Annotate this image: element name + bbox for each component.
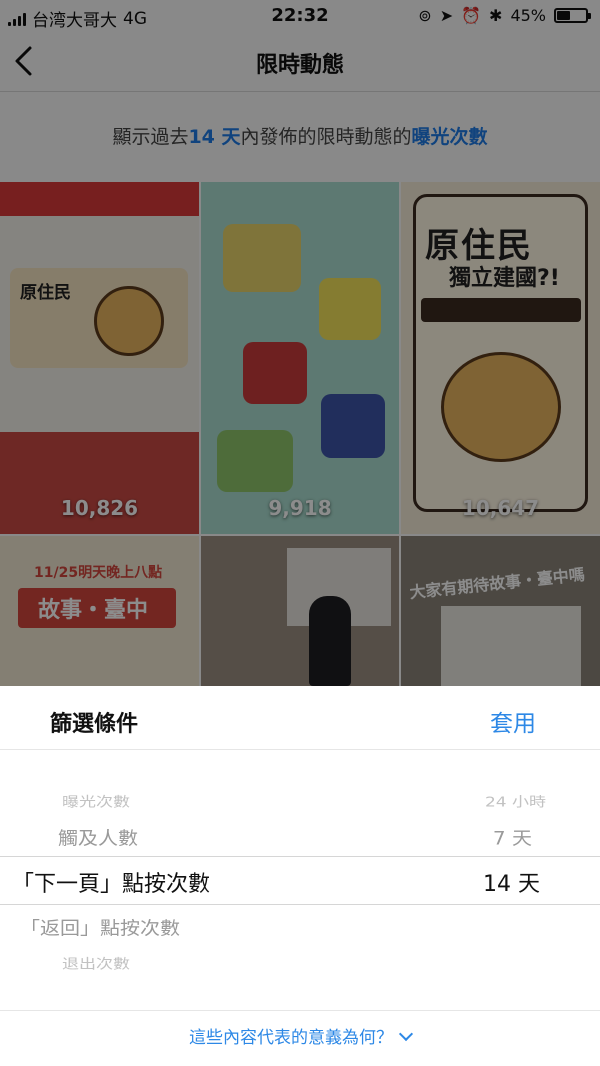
- metric-option-selected[interactable]: 「下一頁」點按次數: [12, 866, 210, 898]
- metric-option[interactable]: 退出次數: [62, 953, 130, 973]
- period-option[interactable]: 7 天: [493, 823, 532, 850]
- metric-option[interactable]: 曝光次數: [62, 791, 130, 811]
- sheet-footer: 這些內容代表的意義為何？: [0, 1010, 600, 1066]
- period-option[interactable]: 24 小時: [485, 791, 546, 811]
- dim-overlay[interactable]: [0, 0, 600, 686]
- sheet-header: 篩選條件 套用: [0, 686, 600, 750]
- help-link[interactable]: 這些內容代表的意義為何？: [0, 1023, 600, 1048]
- selection-divider: [0, 856, 600, 857]
- period-option-selected[interactable]: 14 天: [483, 866, 540, 898]
- filter-picker[interactable]: 曝光次數 24 小時 觸及人數 7 天 「下一頁」點按次數 14 天 「返回」點…: [0, 778, 600, 998]
- metric-option[interactable]: 「返回」點按次數: [20, 913, 180, 940]
- chevron-down-icon: [398, 1026, 414, 1042]
- metric-option[interactable]: 觸及人數: [58, 823, 138, 850]
- background-screen: 台湾大哥大 4G 22:32 ⊚ ➤ ⏰ ✱ 45% 限時動態 顯示過去14 天…: [0, 0, 600, 686]
- help-link-text: 這些內容代表的意義為何？: [189, 1028, 393, 1048]
- filter-sheet: 篩選條件 套用 曝光次數 24 小時 觸及人數 7 天 「下一頁」點按次數 14…: [0, 686, 600, 1066]
- selection-divider: [0, 904, 600, 905]
- sheet-title: 篩選條件: [50, 712, 139, 737]
- apply-button[interactable]: 套用: [490, 704, 536, 738]
